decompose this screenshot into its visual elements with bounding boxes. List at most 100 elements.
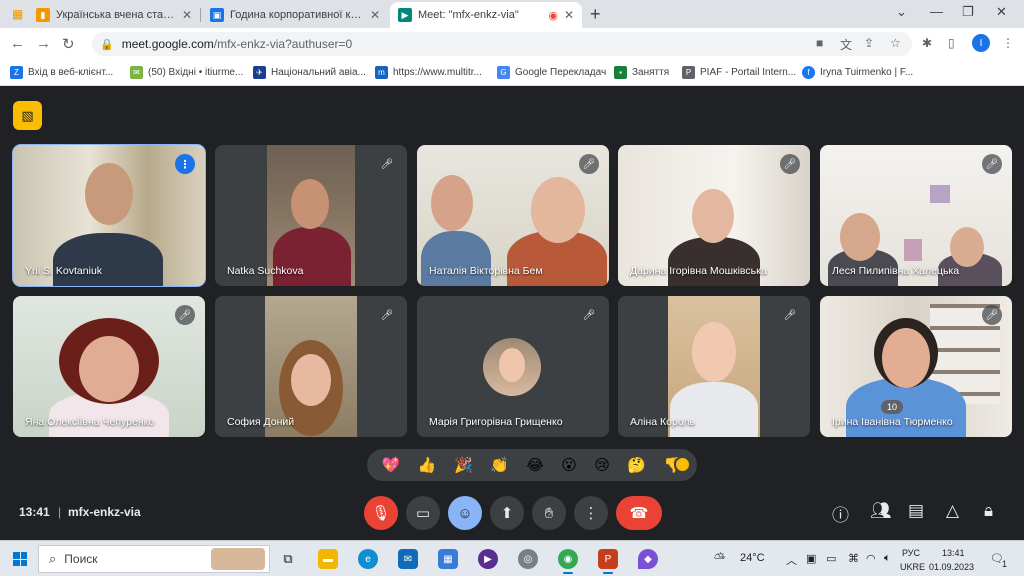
file-explorer-icon[interactable]: ▬ (318, 549, 338, 569)
reactions-button[interactable]: ☺ (448, 496, 482, 530)
meet-tray-icon[interactable]: ▣ (806, 552, 816, 565)
close-icon[interactable]: ✕ (182, 8, 192, 22)
people-icon[interactable]: 👥︎ (870, 501, 892, 521)
menu-icon[interactable]: ⋮ (1002, 36, 1014, 50)
recording-icon: ◉ (548, 9, 558, 22)
edge-icon[interactable]: e (358, 549, 378, 569)
taskbar-clock-date[interactable]: 01.09.2023 (929, 562, 974, 572)
media-player-icon[interactable]: ▶ (478, 549, 498, 569)
lock-icon[interactable]: 🔒 (100, 38, 114, 51)
captions-off-icon[interactable]: ▧ (13, 101, 42, 130)
taskbar-search-input[interactable]: ⌕ Поиск (38, 545, 270, 573)
people-count-badge: 10 (881, 400, 903, 414)
tab-title: Українська вчена стала другою (56, 9, 176, 21)
windows-start-icon[interactable] (13, 552, 27, 566)
activities-icon[interactable]: △ (946, 501, 959, 521)
powerpoint-icon[interactable]: P (598, 549, 618, 574)
chrome-icon[interactable]: ◉ (558, 549, 578, 574)
present-screen-button[interactable]: ⬆ (490, 496, 524, 530)
participant-tile[interactable]: 🎤︎ Марія Григорівна Грищенко (417, 296, 609, 437)
host-controls-icon[interactable]: 🔒︎ (984, 501, 993, 521)
search-placeholder: Поиск (64, 552, 98, 566)
surprised-reaction[interactable]: 😮 (561, 456, 577, 474)
tab-meet[interactable]: ▶ Meet: "mfx-enkz-via" ◉ ✕ (390, 2, 582, 28)
reload-icon[interactable]: ↻ (62, 35, 75, 53)
minimize-button[interactable]: — (930, 4, 943, 19)
task-view-icon[interactable]: ⧉ (278, 549, 298, 569)
participant-tile[interactable]: 🎤︎ Наталія Вікторівна Бем (417, 145, 609, 286)
camera-toggle-button[interactable]: ▭ (406, 496, 440, 530)
back-arrow-icon[interactable]: ← (10, 35, 25, 52)
chat-icon[interactable]: ▤ (908, 501, 924, 521)
restore-button[interactable]: ❐ (962, 4, 974, 20)
chevron-up-icon[interactable]: ︿ (786, 552, 797, 568)
participant-tile[interactable]: 🎤︎ Ірина Іванівна Тюрменко (820, 296, 1012, 437)
battery-icon[interactable]: ▭ (826, 552, 836, 565)
meeting-details-icon[interactable]: ⓘ (832, 501, 849, 526)
forward-arrow-icon[interactable]: → (36, 35, 51, 52)
camera-icon[interactable]: ■ (816, 36, 823, 50)
bookmark-zimbra[interactable]: Z Вхід в веб-клієнт... (10, 66, 113, 79)
sparkling-heart-reaction[interactable]: 💖 (382, 456, 401, 474)
volume-icon[interactable]: 🔈︎ (884, 552, 891, 565)
bookmark-multitran[interactable]: m https://www.multitr... (375, 66, 482, 79)
network-icon[interactable]: ⌘ (848, 552, 859, 565)
url-field[interactable]: 🔒 meet.google.com/mfx-enkz-via?authuser=… (92, 32, 912, 56)
face-shape (431, 175, 473, 231)
close-icon[interactable]: ✕ (370, 8, 380, 22)
participant-tile[interactable]: 🎤︎ Яна Олексіївна Чепуренко (13, 296, 205, 437)
laughing-reaction[interactable]: 😂 (526, 456, 544, 474)
close-icon[interactable]: ✕ (564, 8, 574, 22)
person-shape (668, 237, 760, 286)
crying-reaction[interactable]: 😢 (594, 456, 610, 474)
new-tab-button[interactable]: + (590, 4, 601, 25)
disk-icon[interactable]: ◎ (518, 549, 538, 569)
store-icon[interactable]: ▦ (438, 549, 458, 569)
paint-icon[interactable]: ◆ (638, 549, 658, 569)
bookmark-piaf[interactable]: P PIAF - Portail Intern... (682, 66, 796, 79)
face-shape (291, 354, 331, 406)
participant-tile[interactable]: 🎤︎ Леся Пилипівна Халецька (820, 145, 1012, 286)
weather-temperature[interactable]: 24°C (740, 552, 765, 564)
participant-tile[interactable]: ⋮ Yrii S. Kovtaniuk (12, 144, 206, 287)
participant-tile[interactable]: 🎤︎ Дарина Ігорівна Мошківська (618, 145, 810, 286)
bookmark-star-icon[interactable]: ☆ (890, 36, 901, 50)
mail-icon[interactable]: ✉ (398, 549, 418, 569)
share-icon[interactable]: ⇪ (864, 36, 874, 50)
taskbar-clock-time[interactable]: 13:41 (942, 548, 965, 558)
thumbs-up-reaction[interactable]: 👍 (418, 456, 437, 474)
tab-list-chevron-icon[interactable]: ⌄ (896, 4, 907, 20)
wifi-icon[interactable]: ◠ (866, 552, 876, 565)
translate-icon: G (497, 66, 510, 79)
skin-tone-button[interactable] (674, 456, 691, 473)
party-popper-reaction[interactable]: 🎉 (454, 456, 473, 474)
more-options-button[interactable]: ⋮ (574, 496, 608, 530)
close-window-button[interactable]: ✕ (996, 4, 1007, 20)
side-panel-icon[interactable]: ▯ (948, 36, 955, 50)
tab-corporate-culture[interactable]: ▣ Година корпоративної культури ✕ (202, 2, 388, 28)
clapping-reaction[interactable]: 👏 (490, 456, 509, 474)
raise-hand-button[interactable]: ✋︎ (532, 496, 566, 530)
face-shape (531, 177, 585, 243)
bookmark-mail[interactable]: ✉ (50) Вхідні • itiurme... (130, 66, 243, 79)
mic-off-icon: 🎤︎ (377, 305, 397, 325)
translate-icon[interactable]: 文 (840, 36, 852, 53)
bookmark-facebook[interactable]: f Iryna Tuirmenko | F... (802, 66, 913, 79)
leave-call-button[interactable]: ☎︎ (616, 496, 662, 530)
weather-icon[interactable]: ⛅︎ (714, 550, 725, 567)
profile-avatar[interactable]: I (972, 34, 990, 52)
mic-toggle-button[interactable]: 🎙︎ (364, 496, 398, 530)
participant-tile[interactable]: 🎤︎ София Доний (215, 296, 407, 437)
participant-tile[interactable]: 🎤︎ Natka Suchkova (215, 145, 407, 286)
bookmark-aviation[interactable]: ✈ Національний авіа... (253, 66, 366, 79)
bookmark-google-translate[interactable]: G Google Перекладач (497, 66, 606, 79)
bookmark-classroom[interactable]: ▪ Заняття (614, 66, 669, 79)
keyboard-layout[interactable]: UKRE (900, 562, 925, 572)
participant-tile[interactable]: 🎤︎ Аліна Король (618, 296, 810, 437)
tab-ukrainian-scientist[interactable]: ▮ Українська вчена стала другою ✕ (28, 2, 200, 28)
thinking-reaction[interactable]: 🤔 (627, 456, 646, 474)
input-language[interactable]: РУС (902, 548, 920, 558)
search-highlight-image (211, 548, 265, 570)
extensions-icon[interactable]: ✱ (922, 36, 932, 50)
tab-search-icon[interactable]: ▦ (12, 7, 23, 21)
